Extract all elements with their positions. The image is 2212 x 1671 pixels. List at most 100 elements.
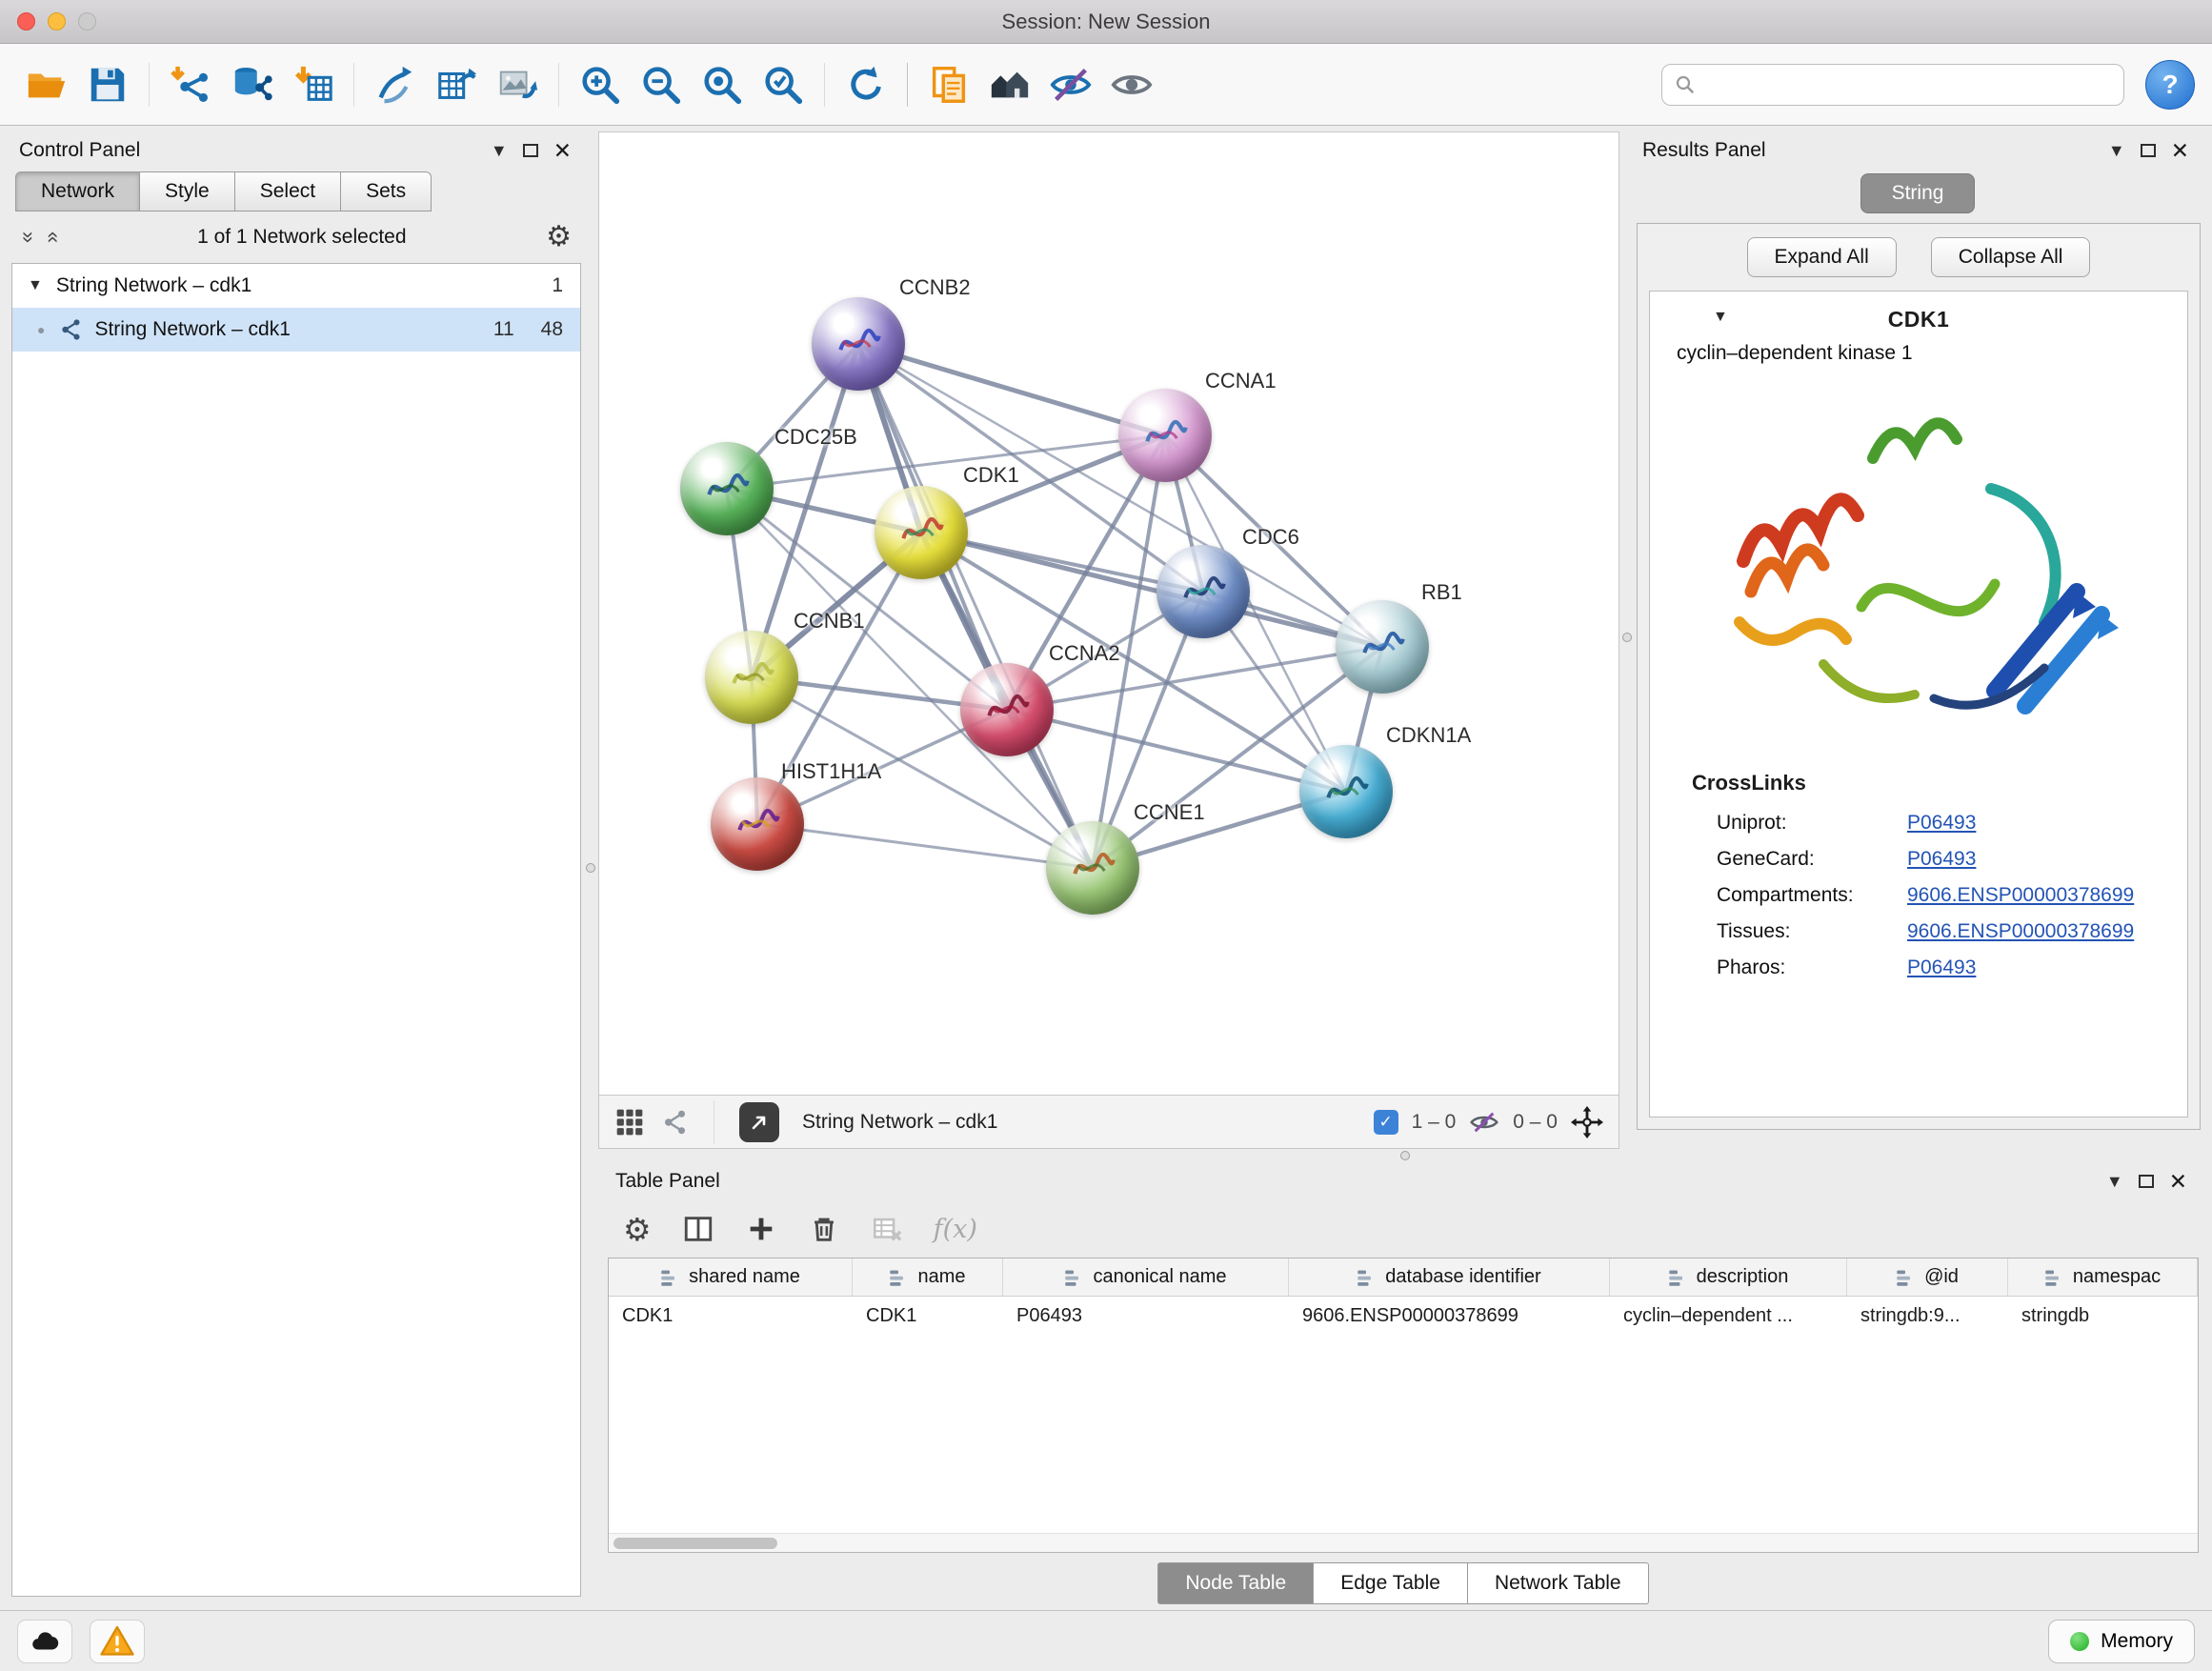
column-header--id[interactable]: @id (1847, 1258, 2008, 1296)
zoom-in-button[interactable] (571, 55, 630, 114)
table-cell[interactable]: stringdb:9... (1847, 1297, 2008, 1336)
crosslink-value-link[interactable]: P06493 (1907, 848, 2187, 871)
warning-status-button[interactable] (90, 1620, 145, 1663)
image-export-button[interactable] (488, 55, 547, 114)
panel-float-icon[interactable] (2139, 1175, 2154, 1188)
minimize-window-button[interactable] (48, 12, 66, 30)
tab-edge-table[interactable]: Edge Table (1314, 1562, 1468, 1604)
share-network-icon[interactable] (660, 1108, 689, 1137)
add-column-button[interactable] (745, 1213, 777, 1245)
toggle-columns-button[interactable] (682, 1213, 714, 1245)
network-node-ccnb2[interactable] (812, 297, 905, 391)
column-header-namespac[interactable]: namespac (2008, 1258, 2198, 1296)
network-arrows-button[interactable] (366, 55, 425, 114)
tab-node-table[interactable]: Node Table (1157, 1562, 1314, 1604)
zoom-fit-button[interactable] (693, 55, 752, 114)
hide-panel-button[interactable] (1041, 55, 1100, 114)
network-table-export-button[interactable] (427, 55, 486, 114)
network-edge[interactable] (757, 824, 1093, 868)
splitter-handle[interactable] (586, 863, 595, 873)
duplicate-document-button[interactable] (919, 55, 978, 114)
column-header-description[interactable]: description (1610, 1258, 1847, 1296)
network-edge[interactable] (858, 344, 1093, 868)
import-network-file-button[interactable] (161, 55, 220, 114)
tab-network-table[interactable]: Network Table (1468, 1562, 1649, 1604)
column-header-database-identifier[interactable]: database identifier (1289, 1258, 1610, 1296)
network-node-ccna1[interactable] (1118, 389, 1212, 482)
table-cell[interactable]: CDK1 (609, 1297, 853, 1336)
table-horizontal-scrollbar[interactable] (609, 1533, 2198, 1552)
tab-style[interactable]: Style (140, 171, 235, 211)
panel-float-icon[interactable] (2141, 144, 2156, 157)
show-panel-button[interactable] (1102, 55, 1161, 114)
table-cell[interactable]: cyclin–dependent ... (1610, 1297, 1847, 1336)
tab-select[interactable]: Select (235, 171, 341, 211)
function-builder-icon[interactable]: f(x) (934, 1215, 977, 1244)
network-node-cdc6[interactable] (1156, 545, 1250, 638)
import-table-button[interactable] (283, 55, 342, 114)
zoom-selected-button[interactable] (754, 55, 813, 114)
pan-crosshair-icon[interactable] (1571, 1106, 1603, 1138)
table-cell[interactable]: 9606.ENSP00000378699 (1289, 1297, 1610, 1336)
search-input[interactable] (1706, 73, 2112, 96)
table-cell[interactable]: CDK1 (853, 1297, 1003, 1336)
splitter-handle[interactable] (1400, 1151, 1410, 1160)
network-node-ccne1[interactable] (1046, 821, 1139, 915)
tab-string[interactable]: String (1860, 173, 1976, 213)
column-header-shared-name[interactable]: shared name (609, 1258, 853, 1296)
scrollbar-thumb[interactable] (613, 1538, 777, 1549)
panel-close-icon[interactable]: ✕ (2171, 138, 2189, 164)
save-session-button[interactable] (78, 55, 137, 114)
zoom-out-button[interactable] (632, 55, 691, 114)
crosslink-value-link[interactable]: 9606.ENSP00000378699 (1907, 884, 2187, 907)
hidden-items-eye-icon[interactable] (1469, 1107, 1499, 1137)
collapse-all-networks-icon[interactable]: » (39, 232, 64, 243)
expand-all-networks-icon[interactable]: » (16, 232, 41, 243)
panel-menu-icon[interactable]: ▼ (2108, 142, 2125, 159)
memory-button[interactable]: Memory (2048, 1620, 2195, 1663)
network-node-ccna2[interactable] (960, 663, 1054, 756)
refresh-button[interactable] (836, 55, 895, 114)
network-node-rb1[interactable] (1336, 600, 1429, 694)
panel-close-icon[interactable]: ✕ (2169, 1169, 2187, 1195)
delete-column-button[interactable] (808, 1213, 840, 1245)
network-edge[interactable] (921, 533, 1382, 647)
network-edge[interactable] (858, 344, 1165, 435)
birds-eye-view-button[interactable] (739, 1102, 779, 1142)
network-canvas[interactable]: CCNB2 CCNA1 CDC25B CDK1 CDC6 RB1 CCNB1 C… (599, 132, 1619, 1095)
crosslink-value-link[interactable]: 9606.ENSP00000378699 (1907, 920, 2187, 943)
import-network-database-button[interactable] (222, 55, 281, 114)
results-panel-splitter[interactable] (1619, 126, 1635, 1149)
cloud-status-button[interactable] (17, 1620, 72, 1663)
panel-menu-icon[interactable]: ▼ (491, 142, 508, 159)
network-options-gear-icon[interactable]: ⚙ (546, 223, 572, 252)
control-panel-splitter[interactable] (583, 126, 598, 1610)
grid-view-icon[interactable] (614, 1107, 645, 1137)
home-button[interactable] (980, 55, 1039, 114)
network-node-hist1h1a[interactable] (711, 777, 804, 871)
network-node-cdc25b[interactable] (680, 442, 774, 535)
panel-float-icon[interactable] (523, 144, 538, 157)
table-cell[interactable]: P06493 (1003, 1297, 1289, 1336)
search-box[interactable] (1661, 64, 2124, 106)
zoom-window-button[interactable] (78, 12, 96, 30)
crosslink-value-link[interactable]: P06493 (1907, 812, 2187, 835)
collection-expand-icon[interactable]: ▼ (28, 277, 43, 294)
open-session-button[interactable] (17, 55, 76, 114)
tab-network[interactable]: Network (15, 171, 140, 211)
tab-sets[interactable]: Sets (341, 171, 432, 211)
panel-menu-icon[interactable]: ▼ (2106, 1173, 2123, 1190)
network-node-ccnb1[interactable] (705, 631, 798, 724)
splitter-handle[interactable] (1622, 633, 1632, 642)
collapse-all-button[interactable]: Collapse All (1931, 237, 2091, 277)
table-panel-splitter[interactable] (598, 1149, 2212, 1162)
selected-items-checkbox-icon[interactable]: ✓ (1374, 1110, 1398, 1135)
table-cell[interactable]: stringdb (2008, 1297, 2198, 1336)
table-settings-gear-icon[interactable]: ⚙ (623, 1214, 652, 1245)
network-collection-row[interactable]: ▼ String Network – cdk1 1 (12, 264, 580, 308)
column-header-canonical-name[interactable]: canonical name (1003, 1258, 1289, 1296)
table-row[interactable]: CDK1CDK1P064939606.ENSP00000378699cyclin… (609, 1297, 2198, 1336)
network-node-cdk1[interactable] (875, 486, 968, 579)
network-node-cdkn1a[interactable] (1299, 745, 1393, 838)
close-window-button[interactable] (17, 12, 35, 30)
